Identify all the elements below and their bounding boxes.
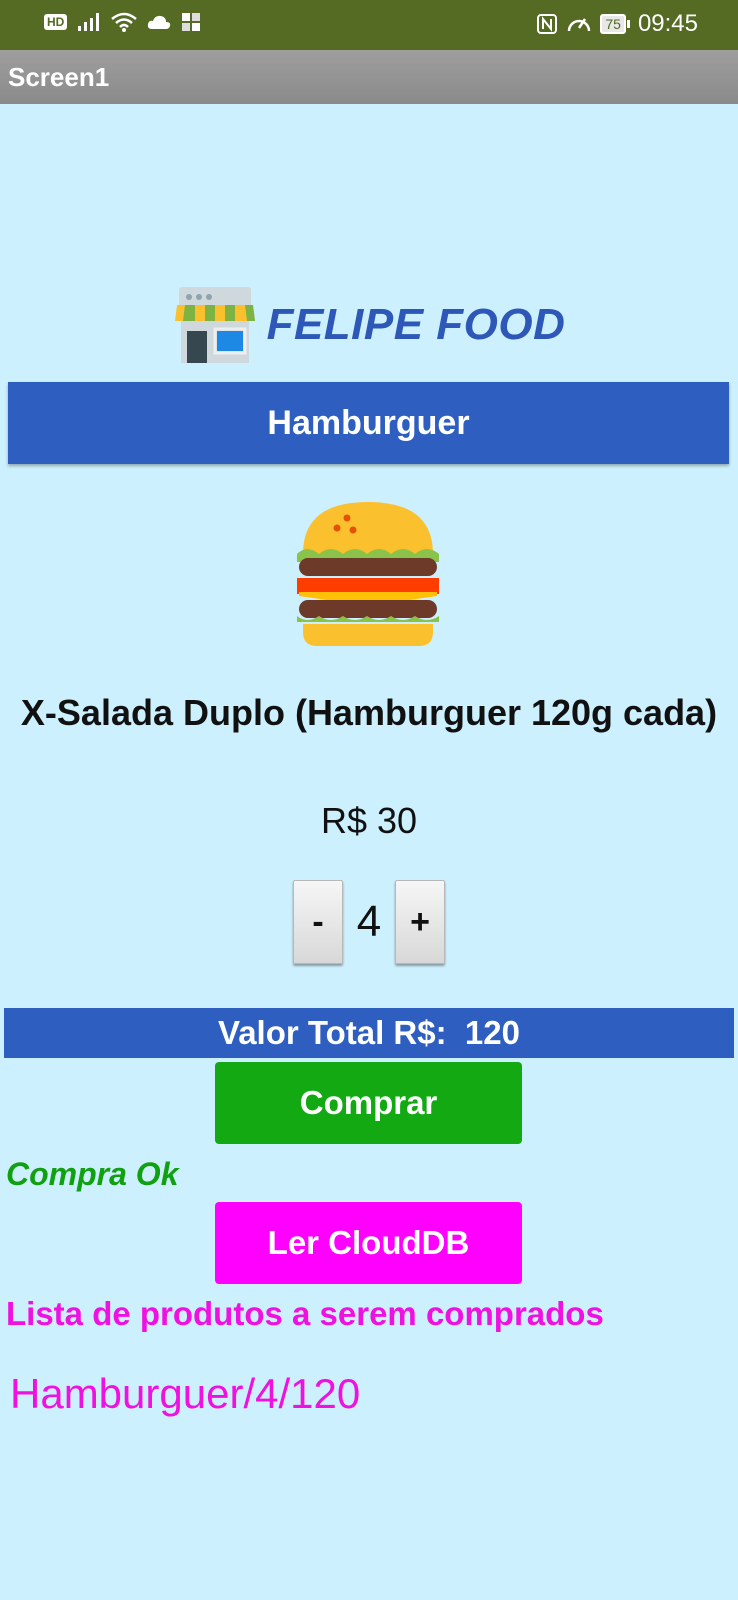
total-value-bar: Valor Total R$: 120 — [4, 1008, 734, 1058]
read-clouddb-button[interactable]: Ler CloudDB — [215, 1202, 522, 1284]
decrease-button[interactable]: - — [293, 880, 343, 964]
battery-level: 75 — [600, 14, 626, 34]
product-price: R$ 30 — [320, 800, 418, 841]
brand-header: FELIPE FOOD — [0, 280, 738, 370]
status-left: HD — [44, 12, 201, 32]
app-title-bar: Screen1 — [0, 50, 738, 104]
battery-icon: 75 — [600, 14, 630, 34]
product-name: X-Salada Duplo (Hamburguer 120g cada) — [20, 692, 718, 733]
purchase-status: Compra Ok — [6, 1156, 179, 1192]
app-title: Screen1 — [8, 62, 110, 92]
category-header: Hamburguer — [8, 382, 729, 464]
quantity-stepper: - 4 + — [0, 880, 738, 964]
increase-button[interactable]: + — [395, 880, 445, 964]
hd-icon: HD — [44, 14, 68, 30]
store-name: FELIPE FOOD — [266, 300, 566, 349]
status-time: 09:45 — [637, 10, 698, 37]
notification-icon — [182, 13, 201, 31]
store-icon — [174, 287, 255, 363]
wifi-icon — [111, 12, 138, 32]
status-right: 75 09:45 — [536, 10, 698, 38]
list-item: Hamburguer/4/120 — [10, 1370, 361, 1417]
buy-button[interactable]: Comprar — [215, 1062, 522, 1144]
cloud-icon — [148, 15, 171, 29]
nfc-icon — [537, 14, 558, 34]
signal-icon — [78, 13, 100, 31]
status-bar: HD 75 09:45 — [0, 0, 738, 50]
speed-icon — [568, 18, 591, 32]
quantity-value: 4 — [356, 897, 382, 946]
shopping-list-heading: Lista de produtos a serem comprados — [6, 1295, 604, 1332]
burger-icon — [297, 502, 439, 646]
